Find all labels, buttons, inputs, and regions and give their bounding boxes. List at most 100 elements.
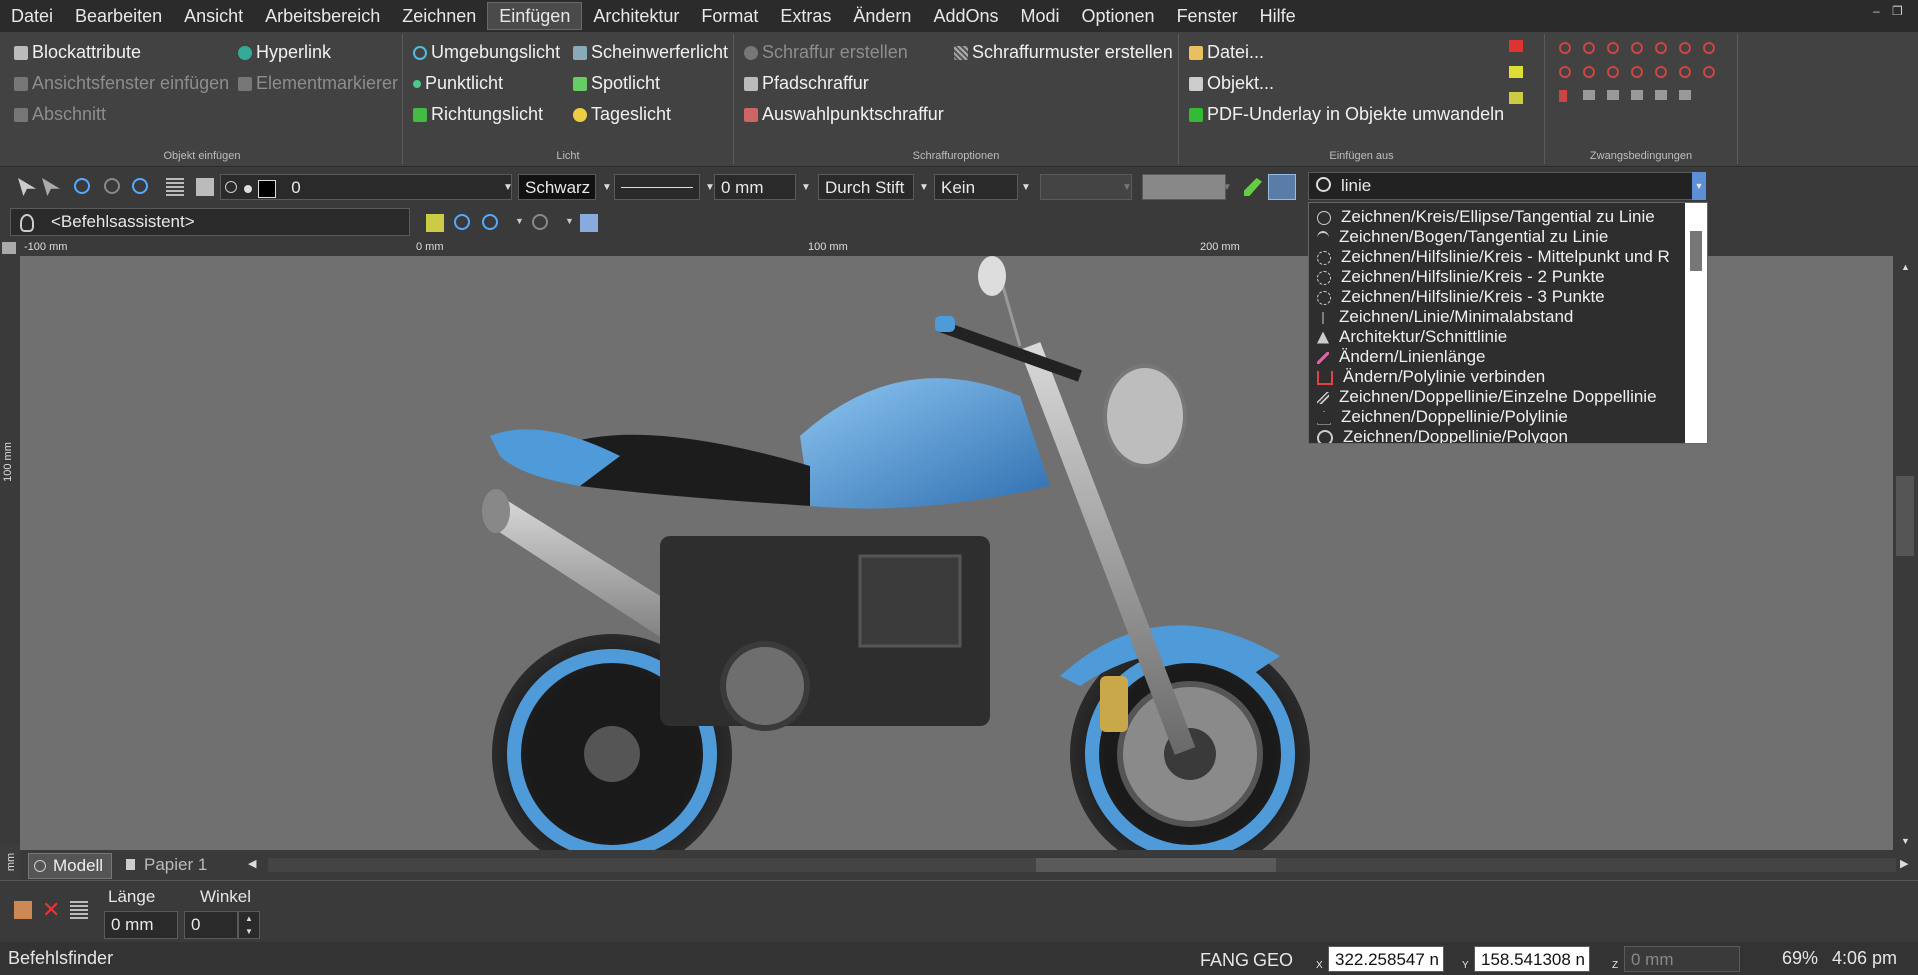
- select-cursor-icon[interactable]: [18, 178, 36, 196]
- minimize-button[interactable]: –: [1873, 4, 1880, 18]
- list-item[interactable]: Ändern/Polylinie verbinden: [1309, 367, 1545, 387]
- schraffur-erstellen-button[interactable]: Schraffur erstellen: [744, 42, 908, 63]
- smooth-constraint-icon[interactable]: [1583, 66, 1595, 78]
- list-item[interactable]: Zeichnen/Hilfslinie/Kreis - Mittelpunkt …: [1309, 247, 1670, 267]
- layer-select[interactable]: 0: [220, 174, 512, 200]
- tageslicht-button[interactable]: Tageslicht: [573, 104, 671, 125]
- fix-constraint-icon[interactable]: [1655, 66, 1667, 78]
- menu-arbeitsbereich[interactable]: Arbeitsbereich: [254, 3, 391, 29]
- chevron-down-icon[interactable]: ▼: [1021, 182, 1031, 193]
- save-icon[interactable]: [426, 214, 444, 232]
- scroll-left-icon[interactable]: ◀: [248, 857, 256, 870]
- parallel-constraint-icon[interactable]: [1631, 42, 1643, 54]
- x-coordinate-field[interactable]: 322.258547 n: [1328, 946, 1444, 972]
- menu-addons[interactable]: AddOns: [922, 3, 1009, 29]
- y-coordinate-field[interactable]: 158.541308 n: [1474, 946, 1590, 972]
- scheinwerferlicht-button[interactable]: Scheinwerferlicht: [573, 42, 728, 63]
- menu-bearbeiten[interactable]: Bearbeiten: [64, 3, 173, 29]
- menu-extras[interactable]: Extras: [769, 3, 842, 29]
- menu-aendern[interactable]: Ändern: [842, 3, 922, 29]
- dimension-constraint-icon[interactable]: [1631, 90, 1643, 100]
- command-assistant-input[interactable]: <Befehlsassistent>: [10, 208, 410, 236]
- snap-icon[interactable]: [14, 901, 32, 919]
- layer-lock-icon[interactable]: [243, 185, 252, 193]
- layer-state-icon[interactable]: [196, 178, 214, 196]
- list-scrollbar-thumb[interactable]: [1690, 231, 1702, 271]
- menu-datei[interactable]: Datei: [0, 3, 64, 29]
- menu-fenster[interactable]: Fenster: [1166, 3, 1249, 29]
- horizontal-constraint-icon[interactable]: [1679, 42, 1691, 54]
- undo-icon[interactable]: [482, 214, 498, 230]
- restore-button[interactable]: ❐: [1892, 4, 1903, 18]
- quick-select-icon[interactable]: [42, 178, 60, 196]
- plotstyle-select[interactable]: Durch Stift: [818, 174, 914, 200]
- vertical-constraint-icon[interactable]: [1703, 42, 1715, 54]
- list-item[interactable]: Architektur/Schnittlinie: [1309, 327, 1507, 347]
- undo-icon[interactable]: [74, 178, 90, 194]
- color-select[interactable]: Schwarz: [518, 174, 596, 200]
- scrollbar-thumb[interactable]: [1896, 476, 1914, 556]
- angle-stepper[interactable]: ▲ ▼: [238, 911, 260, 939]
- chevron-down-icon[interactable]: ▼: [1222, 182, 1232, 193]
- list-item[interactable]: Zeichnen/Bogen/Tangential zu Linie: [1309, 227, 1608, 247]
- layer-table-icon[interactable]: [166, 178, 184, 196]
- list-item[interactable]: Zeichnen/Hilfslinie/Kreis - 3 Punkte: [1309, 287, 1605, 307]
- chevron-down-icon[interactable]: ▼: [503, 182, 513, 193]
- close-icon[interactable]: ✕: [42, 897, 60, 923]
- table-icon[interactable]: [70, 901, 88, 919]
- equal-constraint-icon[interactable]: [1631, 66, 1643, 78]
- hide-constraints-icon[interactable]: [1703, 66, 1715, 78]
- scroll-down-icon[interactable]: ▼: [1901, 836, 1910, 846]
- chevron-down-icon[interactable]: ▼: [602, 182, 612, 193]
- ansichtsfenster-einfuegen-button[interactable]: Ansichtsfenster einfügen: [14, 73, 229, 94]
- pdf-underlay-umwandeln-button[interactable]: PDF-Underlay in Objekte umwandeln: [1189, 104, 1504, 125]
- vertical-scrollbar[interactable]: ▲ ▼: [1893, 256, 1918, 850]
- lasso-icon[interactable]: [132, 178, 148, 194]
- list-item[interactable]: Zeichnen/Hilfslinie/Kreis - 2 Punkte: [1309, 267, 1605, 287]
- show-constraints-icon[interactable]: [1679, 66, 1691, 78]
- chevron-down-icon[interactable]: ▼: [801, 182, 811, 193]
- datei-einfuegen-button[interactable]: Datei...: [1189, 42, 1264, 63]
- lasso-undo-icon[interactable]: [454, 214, 470, 230]
- punktlicht-button[interactable]: Punktlicht: [413, 73, 503, 94]
- linetype-select[interactable]: [614, 174, 700, 200]
- layer-visible-icon[interactable]: [225, 181, 237, 193]
- angle-input[interactable]: 0: [184, 911, 238, 939]
- menu-ansicht[interactable]: Ansicht: [173, 3, 254, 29]
- delete-constraint-icon[interactable]: [1559, 90, 1567, 102]
- list-item[interactable]: Zeichnen/Linie/Minimalabstand: [1309, 307, 1573, 327]
- lineweight-select[interactable]: 0 mm: [714, 174, 796, 200]
- pdf-attach-icon[interactable]: [1509, 40, 1523, 52]
- list-item[interactable]: Ändern/Linienlänge: [1309, 347, 1486, 367]
- list-item[interactable]: Zeichnen/Kreis/Ellipse/Tangential zu Lin…: [1309, 207, 1655, 227]
- concentric-constraint-icon[interactable]: [1607, 42, 1619, 54]
- style-select-disabled[interactable]: [1040, 174, 1132, 200]
- parameters-icon[interactable]: [1655, 90, 1667, 100]
- search-dropdown-button[interactable]: ▼: [1692, 172, 1706, 200]
- command-search-input[interactable]: linie: [1308, 172, 1696, 200]
- menu-modi[interactable]: Modi: [1009, 3, 1070, 29]
- constraint-bar-icon[interactable]: [1607, 90, 1619, 100]
- spotlicht-button[interactable]: Spotlicht: [573, 73, 660, 94]
- menu-zeichnen[interactable]: Zeichnen: [391, 3, 487, 29]
- symmetric-constraint-icon[interactable]: [1607, 66, 1619, 78]
- ucs-icon[interactable]: [2, 242, 16, 254]
- menu-einfuegen[interactable]: Einfügen: [487, 2, 583, 30]
- print-preview-icon[interactable]: [580, 214, 598, 232]
- objekt-einfuegen-button[interactable]: Objekt...: [1189, 73, 1274, 94]
- menu-optionen[interactable]: Optionen: [1071, 3, 1166, 29]
- tangent-constraint-icon[interactable]: [1559, 66, 1571, 78]
- redo-icon[interactable]: [532, 214, 548, 230]
- properties-toggle-icon[interactable]: [1268, 174, 1296, 200]
- chevron-down-icon[interactable]: ▼: [515, 216, 524, 226]
- z-coordinate-field[interactable]: 0 mm: [1624, 946, 1740, 972]
- chevron-down-icon[interactable]: ▼: [565, 216, 574, 226]
- elementmarkierer-button[interactable]: Elementmarkierer: [238, 73, 398, 94]
- geo-toggle[interactable]: GEO: [1253, 950, 1293, 971]
- menu-hilfe[interactable]: Hilfe: [1249, 3, 1307, 29]
- horizontal-scrollbar-thumb[interactable]: [1036, 858, 1276, 872]
- redo-icon[interactable]: [104, 178, 120, 194]
- collinear-constraint-icon[interactable]: [1583, 42, 1595, 54]
- list-item[interactable]: Zeichnen/Doppellinie/Polygon: [1309, 427, 1568, 443]
- chevron-down-icon[interactable]: ▼: [919, 182, 929, 193]
